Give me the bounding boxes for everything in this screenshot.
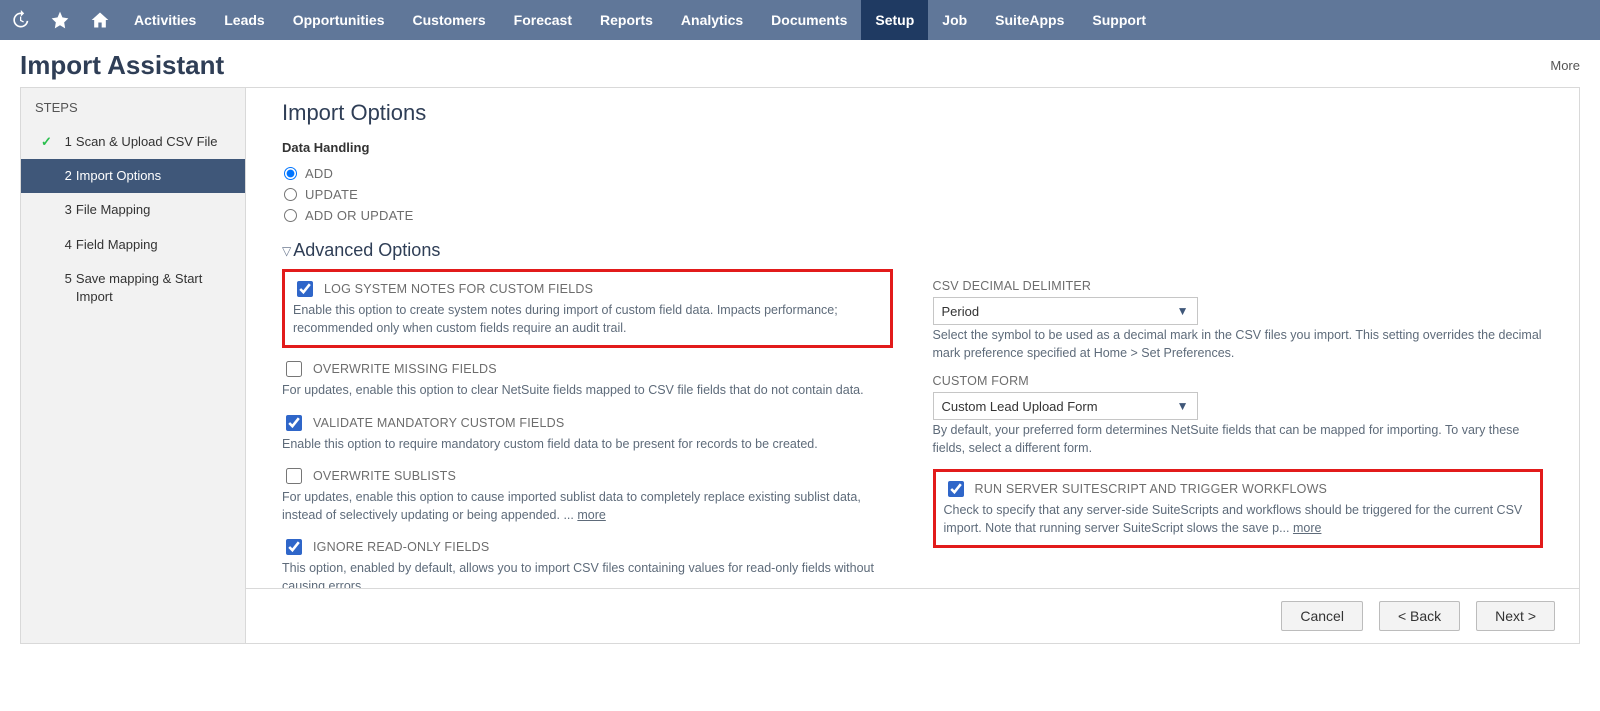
custom-form-label: CUSTOM FORM [933,374,1544,388]
more-link[interactable]: More [1550,58,1580,73]
log-system-notes-help: Enable this option to create system note… [293,302,882,337]
ignore-readonly-label: IGNORE READ-ONLY FIELDS [313,540,489,554]
top-nav: ActivitiesLeadsOpportunitiesCustomersFor… [0,0,1600,40]
overwrite-sublists-label: OVERWRITE SUBLISTS [313,469,456,483]
run-scripts-checkbox[interactable] [948,481,964,497]
custom-form-help: By default, your preferred form determin… [933,422,1544,457]
step-number: 4 [58,236,72,254]
nav-item-suiteapps[interactable]: SuiteApps [981,0,1078,40]
run-scripts-more-link[interactable]: more [1293,521,1321,535]
data-handling-group: ADD UPDATE ADD OR UPDATE [282,163,1543,226]
csv-decimal-dropdown[interactable]: Period ▼ [933,297,1198,325]
advanced-options-label: Advanced Options [293,240,440,261]
highlight-run-scripts: RUN SERVER SUITESCRIPT AND TRIGGER WORKF… [933,469,1544,548]
overwrite-sublists-checkbox[interactable] [286,468,302,484]
log-system-notes-label: LOG SYSTEM NOTES FOR CUSTOM FIELDS [324,282,593,296]
validate-mandatory-help: Enable this option to require mandatory … [282,436,893,454]
nav-item-job[interactable]: Job [928,0,981,40]
main-panel: STEPS ✓ 1 Scan & Upload CSV File ✓2 Import… [20,87,1580,644]
step-number: 3 [58,201,72,219]
csv-decimal-label: CSV DECIMAL DELIMITER [933,279,1544,293]
chevron-down-icon: ▼ [1177,399,1189,413]
validate-mandatory-label: VALIDATE MANDATORY CUSTOM FIELDS [313,416,564,430]
run-scripts-help: Check to specify that any server-side Su… [944,502,1533,537]
chevron-down-icon: ▼ [1177,304,1189,318]
page-title: Import Assistant [20,50,224,81]
home-icon[interactable] [80,0,120,40]
step-number: 2 [58,167,72,185]
cancel-button[interactable]: Cancel [1281,601,1363,631]
nav-item-leads[interactable]: Leads [210,0,278,40]
nav-item-forecast[interactable]: Forecast [500,0,586,40]
caret-down-icon: ▽ [282,244,291,258]
data-handling-radio[interactable] [284,167,297,180]
step-1[interactable]: ✓ 1 Scan & Upload CSV File [21,125,245,159]
overwrite-missing-label: OVERWRITE MISSING FIELDS [313,362,497,376]
data-handling-option-update[interactable]: UPDATE [282,184,1543,205]
left-column: LOG SYSTEM NOTES FOR CUSTOM FIELDS Enabl… [282,265,893,588]
step-3[interactable]: ✓3 File Mapping [21,193,245,227]
step-4[interactable]: ✓4 Field Mapping [21,228,245,262]
ignore-readonly-checkbox[interactable] [286,539,302,555]
highlight-log-notes: LOG SYSTEM NOTES FOR CUSTOM FIELDS Enabl… [282,269,893,348]
footer-buttons: Cancel < Back Next > [246,588,1579,643]
data-handling-radio[interactable] [284,209,297,222]
data-handling-option-add-or-update[interactable]: ADD OR UPDATE [282,205,1543,226]
step-label: Scan & Upload CSV File [76,133,231,151]
content-area: Import Options Data Handling ADDUPDATEAD… [246,88,1579,588]
nav-item-customers[interactable]: Customers [399,0,500,40]
overwrite-sublists-more-link[interactable]: more [577,508,605,522]
content-title: Import Options [282,100,1543,126]
nav-item-opportunities[interactable]: Opportunities [279,0,399,40]
step-label: Field Mapping [76,236,231,254]
advanced-options-toggle[interactable]: ▽ Advanced Options [282,240,1543,261]
content-wrap: Import Options Data Handling ADDUPDATEAD… [246,88,1579,643]
custom-form-dropdown[interactable]: Custom Lead Upload Form ▼ [933,392,1198,420]
step-2[interactable]: ✓2 Import Options [21,159,245,193]
check-icon: ✓ [41,133,52,151]
back-button[interactable]: < Back [1379,601,1460,631]
csv-decimal-value: Period [942,304,980,319]
custom-form-value: Custom Lead Upload Form [942,399,1098,414]
data-handling-option-label: UPDATE [305,187,358,202]
overwrite-missing-checkbox[interactable] [286,361,302,377]
steps-title: STEPS [21,100,245,125]
nav-item-analytics[interactable]: Analytics [667,0,757,40]
step-number: 5 [58,270,72,288]
next-button[interactable]: Next > [1476,601,1555,631]
overwrite-sublists-help: For updates, enable this option to cause… [282,489,893,524]
history-icon[interactable] [0,0,40,40]
nav-item-documents[interactable]: Documents [757,0,861,40]
page-header: Import Assistant More [0,40,1600,87]
steps-sidebar: STEPS ✓ 1 Scan & Upload CSV File ✓2 Import… [21,88,246,643]
validate-mandatory-checkbox[interactable] [286,415,302,431]
data-handling-option-label: ADD [305,166,333,181]
step-label: File Mapping [76,201,231,219]
nav-menu: ActivitiesLeadsOpportunitiesCustomersFor… [120,0,1160,40]
data-handling-option-label: ADD OR UPDATE [305,208,414,223]
step-label: Save mapping & Start Import [76,270,231,306]
data-handling-option-add[interactable]: ADD [282,163,1543,184]
log-system-notes-checkbox[interactable] [297,281,313,297]
step-label: Import Options [76,167,231,185]
csv-decimal-help: Select the symbol to be used as a decima… [933,327,1544,362]
nav-item-setup[interactable]: Setup [861,0,928,40]
step-5[interactable]: ✓5 Save mapping & Start Import [21,262,245,314]
nav-item-reports[interactable]: Reports [586,0,667,40]
step-number: 1 [58,133,72,151]
ignore-readonly-help: This option, enabled by default, allows … [282,560,893,588]
star-icon[interactable] [40,0,80,40]
overwrite-missing-help: For updates, enable this option to clear… [282,382,893,400]
run-scripts-label: RUN SERVER SUITESCRIPT AND TRIGGER WORKF… [975,482,1328,496]
data-handling-radio[interactable] [284,188,297,201]
data-handling-label: Data Handling [282,140,1543,155]
right-column: CSV DECIMAL DELIMITER Period ▼ Select th… [933,265,1544,588]
nav-item-support[interactable]: Support [1078,0,1160,40]
nav-item-activities[interactable]: Activities [120,0,210,40]
